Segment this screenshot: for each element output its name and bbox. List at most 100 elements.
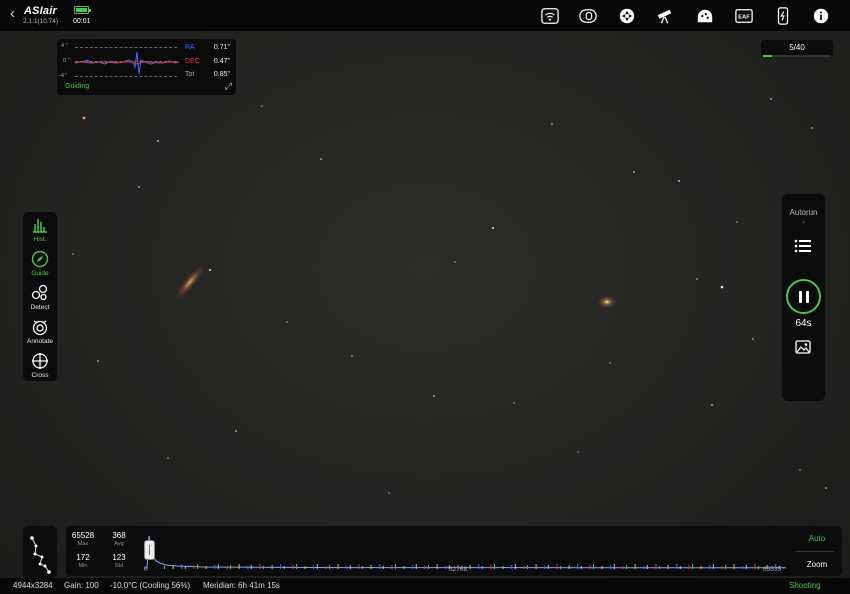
- dec-label: DEC: [185, 58, 200, 65]
- sky-atlas-button[interactable]: [23, 526, 57, 578]
- histogram-channel-tick: [395, 564, 396, 569]
- histogram-panel: 65528 Max 368 Avg 172 Min 123 Std 0 3276…: [66, 526, 842, 576]
- guide-icon: [31, 250, 49, 268]
- storage-icon[interactable]: [578, 6, 598, 26]
- histogram-plot[interactable]: [144, 530, 786, 570]
- left-toolbar: Hist. Guide Detect Annotate Cross: [23, 212, 57, 381]
- black-point-slider-handle[interactable]: [144, 540, 155, 560]
- dec-value: 0.47": [213, 58, 230, 65]
- histogram-channel-tick: [329, 565, 330, 569]
- observatory-icon[interactable]: [695, 6, 715, 26]
- histogram-tick-end: 65535: [763, 566, 782, 573]
- axis-label-top: 4 ": [61, 43, 68, 49]
- histogram-channel-tick: [626, 565, 627, 569]
- tool-detect-label: Detect: [30, 304, 50, 311]
- histogram-channel-tick: [709, 565, 711, 569]
- histogram-channel-tick: [230, 565, 231, 569]
- autorun-label[interactable]: Autorun: [782, 208, 825, 217]
- stat-avg: 368 Avg: [104, 531, 134, 547]
- histogram-channel-tick: [247, 566, 249, 569]
- sequence-progress: 5/40: [761, 40, 833, 57]
- sequence-list-icon[interactable]: [794, 238, 812, 254]
- histogram-channel-tick: [197, 564, 198, 569]
- tool-detect[interactable]: Detect: [23, 282, 57, 316]
- auto-stretch-button[interactable]: Auto: [800, 534, 834, 543]
- zoom-button[interactable]: Zoom: [800, 560, 834, 569]
- tool-crosshair[interactable]: Cross: [23, 350, 57, 384]
- exposure-time: 64s: [795, 318, 812, 329]
- histogram-channel-tick: [280, 564, 282, 569]
- progress-track: [763, 55, 831, 57]
- tool-annotate[interactable]: Annotate: [23, 316, 57, 350]
- histogram-channel-tick: [415, 564, 417, 569]
- top-bar: ‹ ASIair 2.1.1(10.74) 00:01 EAF: [0, 0, 850, 31]
- tot-label: Tot: [185, 71, 195, 78]
- image-gallery-icon[interactable]: [795, 340, 811, 354]
- histogram-tick-mid: 32768: [449, 566, 468, 573]
- histogram-channel-tick: [742, 566, 744, 569]
- histogram-channel-tick: [250, 565, 252, 569]
- histogram-channel-tick: [292, 565, 294, 569]
- telescope-icon[interactable]: [655, 6, 675, 26]
- histogram-channel-tick: [436, 564, 438, 569]
- histogram-channel-tick: [613, 564, 615, 569]
- tool-guide[interactable]: Guide: [23, 248, 57, 282]
- annotate-icon: [32, 320, 48, 336]
- app-version: 2.1.1(10.74): [23, 18, 59, 25]
- stat-min-value: 172: [76, 553, 90, 562]
- histogram-channel-tick: [568, 565, 570, 569]
- histogram-channel-tick: [560, 566, 561, 569]
- pause-button[interactable]: [786, 279, 821, 314]
- histogram-channel-tick: [593, 564, 594, 569]
- histogram-channel-tick: [424, 566, 426, 569]
- histogram-channel-tick: [610, 565, 612, 569]
- camera-gain: Gain: 100: [64, 581, 99, 590]
- back-chevron-icon[interactable]: ‹: [10, 6, 15, 21]
- detect-icon: [31, 284, 48, 301]
- histogram-channel-tick: [745, 565, 747, 569]
- histogram-channel-tick: [556, 564, 558, 569]
- wifi-icon[interactable]: [540, 6, 560, 26]
- histogram-channel-tick: [172, 565, 174, 569]
- galaxy-m81: [597, 295, 617, 309]
- histogram-channel-tick: [523, 566, 525, 569]
- ra-value: 0.71": [213, 44, 230, 51]
- status-bar: 4944x3284 Gain: 100 -10.0°C (Cooling 56%…: [0, 578, 850, 594]
- stat-min-label: Min: [78, 563, 88, 569]
- histogram-channel-tick: [655, 564, 657, 569]
- histogram-channel-tick: [692, 564, 693, 569]
- stat-min: 172 Min: [68, 553, 98, 569]
- expand-icon[interactable]: ⤢: [225, 81, 232, 92]
- tool-guide-label: Guide: [31, 270, 49, 277]
- histogram-channel-tick: [481, 566, 483, 569]
- histogram-channel-tick: [370, 565, 372, 569]
- histogram-channel-tick: [514, 564, 516, 569]
- battery-icon: [74, 6, 91, 14]
- histogram-channel-tick: [676, 564, 678, 569]
- stat-std: 123 Std: [104, 553, 134, 569]
- pause-icon-bar: [798, 290, 802, 303]
- chevron-down-icon[interactable]: ⌄: [782, 217, 825, 225]
- tool-histogram[interactable]: Hist.: [23, 214, 57, 248]
- histogram-channel-tick: [184, 566, 186, 569]
- pause-icon-bar: [805, 290, 809, 303]
- histogram-channel-tick: [283, 566, 285, 569]
- histogram-channel-tick: [412, 565, 414, 569]
- histogram-channel-tick: [217, 564, 219, 569]
- eaf-icon[interactable]: EAF: [734, 6, 754, 26]
- histogram-channel-tick: [259, 564, 261, 569]
- info-icon[interactable]: [811, 6, 831, 26]
- usb-icon[interactable]: [773, 6, 793, 26]
- tool-histogram-label: Hist.: [33, 236, 47, 243]
- histogram-channel-tick: [313, 565, 315, 569]
- axis-label-bottom: -4 ": [59, 73, 68, 79]
- histogram-channel-tick: [544, 566, 546, 569]
- image-resolution: 4944x3284: [13, 581, 53, 590]
- histogram-curve: [144, 535, 786, 569]
- histogram-channel-tick: [712, 564, 714, 569]
- mount-icon[interactable]: [617, 6, 637, 26]
- tot-value: 0.85": [213, 71, 230, 78]
- histogram-channel-tick: [181, 564, 183, 569]
- guide-graph-panel[interactable]: 4 " 0 " -4 " RA 0.71" DEC 0.47" Tot 0.85…: [57, 39, 236, 95]
- histogram-channel-tick: [502, 566, 504, 569]
